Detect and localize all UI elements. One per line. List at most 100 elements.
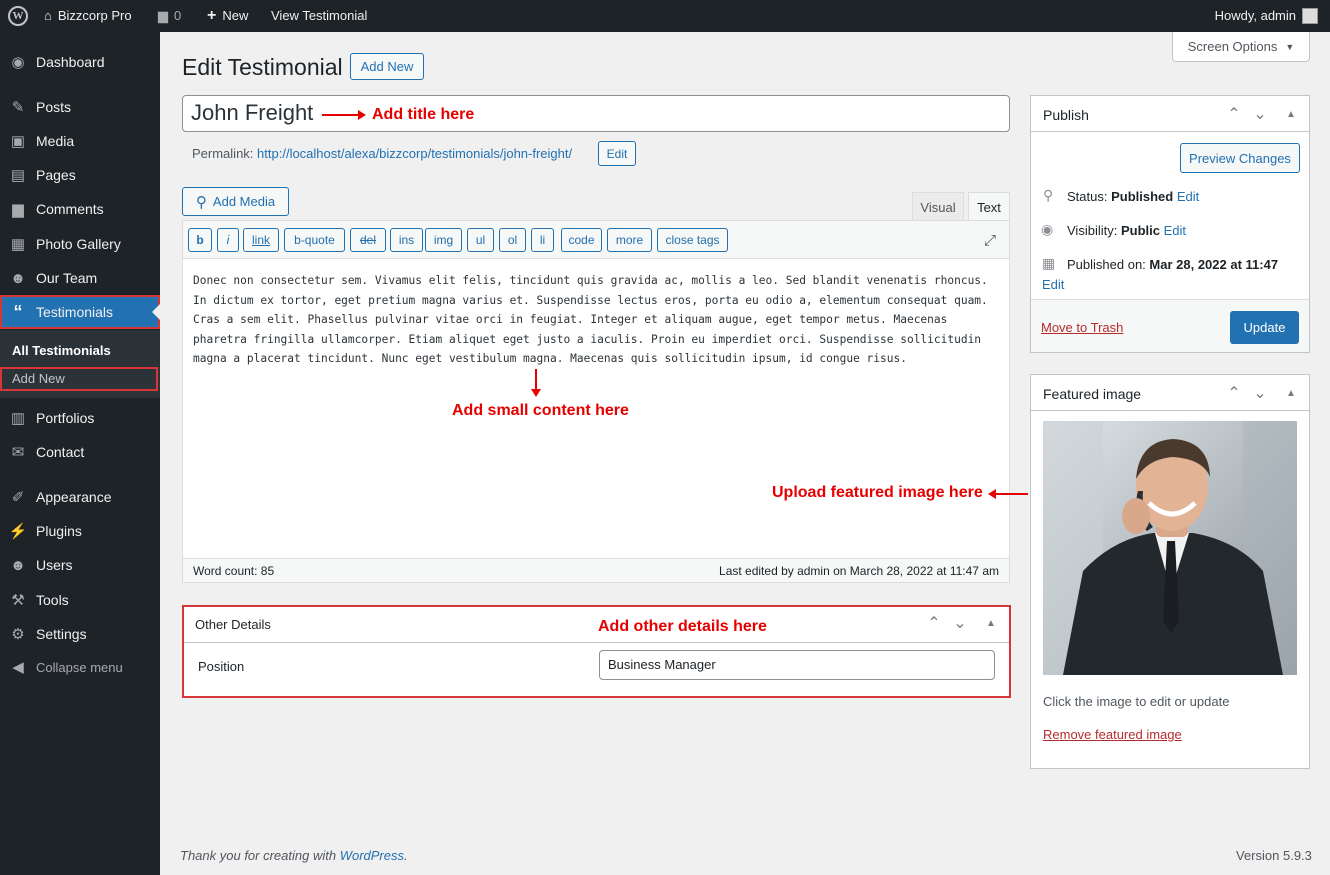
toggle-panel-icon[interactable]: ▲ [981, 613, 1001, 633]
sidebar-item-settings[interactable]: ⚙ Settings [0, 617, 160, 651]
position-label: Position [198, 659, 245, 674]
permalink-base: http://localhost/alexa/bizzcorp/testimon… [257, 146, 504, 161]
sidebar-item-posts[interactable]: ✎ Posts [0, 90, 160, 124]
tab-text[interactable]: Text [968, 192, 1010, 221]
qt-bold-button[interactable]: b [188, 228, 212, 252]
qt-ul-button[interactable]: ul [467, 228, 494, 252]
sidebar-item-contact[interactable]: ✉ Contact [0, 435, 160, 469]
toggle-panel-icon[interactable]: ▲ [1281, 104, 1301, 124]
featured-annotation: Upload featured image here [772, 484, 983, 501]
footer-version: Version 5.9.3 [1236, 848, 1312, 863]
caret-down-icon: ▼ [1285, 41, 1295, 52]
sidebar-item-dashboard[interactable]: ◉ Dashboard [0, 45, 160, 79]
preview-changes-button[interactable]: Preview Changes [1180, 143, 1300, 173]
qt-italic-button[interactable]: i [217, 228, 239, 252]
site-name-link[interactable]: ⌂ Bizzcorp Pro [44, 0, 132, 32]
collapse-menu-button[interactable]: ◀ Collapse menu [0, 650, 160, 684]
qt-ins-button[interactable]: ins [390, 228, 423, 252]
sidebar-label: Settings [36, 626, 87, 642]
qt-link-button[interactable]: link [243, 228, 279, 252]
submenu-all-testimonials[interactable]: All Testimonials [12, 343, 111, 358]
position-input[interactable]: Business Manager [599, 650, 995, 680]
move-up-icon[interactable]: ⌃ [924, 613, 944, 633]
submenu-add-new[interactable]: Add New [0, 367, 158, 391]
sidebar-item-portfolios[interactable]: ▥ Portfolios [0, 401, 160, 435]
new-content-link[interactable]: + New [207, 0, 248, 32]
sidebar-label: Pages [36, 167, 76, 183]
post-title-input[interactable]: John Freight [182, 95, 1010, 132]
qt-bquote-button[interactable]: b-quote [284, 228, 345, 252]
sidebar-item-our-team[interactable]: ☻ Our Team [0, 261, 160, 295]
envelope-icon: ✉ [11, 444, 25, 461]
toggle-panel-icon[interactable]: ▲ [1281, 383, 1301, 403]
sidebar-item-pages[interactable]: ▤ Pages [0, 158, 160, 192]
metabox-header: Featured image ⌃ ⌄ ▲ [1031, 375, 1309, 411]
update-button[interactable]: Update [1230, 311, 1299, 344]
home-icon: ⌂ [44, 8, 52, 23]
footer-thanks: Thank you for creating with WordPress. [180, 848, 408, 863]
wordpress-link[interactable]: WordPress [340, 848, 404, 863]
qt-close-tags-button[interactable]: close tags [657, 228, 728, 252]
content-textarea[interactable]: Donec non consectetur sem. Vivamus elit … [193, 271, 1001, 369]
sidebar-label: Collapse menu [36, 659, 123, 675]
add-media-button[interactable]: ⚲ Add Media [182, 187, 289, 216]
sidebar-item-users[interactable]: ☻ Users [0, 548, 160, 582]
sidebar-label: Appearance [36, 489, 112, 505]
visibility-edit-link[interactable]: Edit [1164, 223, 1186, 238]
sidebar-item-comments[interactable]: ▆ Comments [0, 192, 160, 226]
sidebar-label: Comments [36, 201, 104, 217]
other-details-annotation: Add other details here [598, 618, 767, 635]
featured-image-metabox: Featured image ⌃ ⌄ ▲ Click the image to … [1030, 374, 1310, 769]
sidebar-label: Photo Gallery [36, 236, 121, 252]
wordpress-logo-icon[interactable]: W [8, 0, 28, 32]
permalink-label: Permalink: [192, 146, 254, 161]
screen-options-button[interactable]: Screen Options ▼ [1172, 32, 1310, 62]
qt-ol-button[interactable]: ol [499, 228, 526, 252]
permalink-link[interactable]: http://localhost/alexa/bizzcorp/testimon… [257, 146, 572, 161]
qt-li-button[interactable]: li [531, 228, 554, 252]
qt-img-button[interactable]: img [425, 228, 462, 252]
sidebar-item-tools[interactable]: ⚒ Tools [0, 583, 160, 617]
featured-image-hint: Click the image to edit or update [1043, 694, 1230, 709]
permalink-edit-button[interactable]: Edit [598, 141, 636, 166]
avatar [1302, 8, 1318, 24]
sidebar-item-photo-gallery[interactable]: ▦ Photo Gallery [0, 227, 160, 261]
view-testimonial-link[interactable]: View Testimonial [271, 0, 367, 32]
move-down-icon[interactable]: ⌄ [950, 613, 970, 633]
comments-link[interactable]: ▆ 0 [158, 0, 181, 32]
remove-featured-image-link[interactable]: Remove featured image [1043, 727, 1182, 742]
content-annotation-arrow [531, 369, 541, 397]
qt-del-button[interactable]: del [350, 228, 386, 252]
status-edit-link[interactable]: Edit [1177, 189, 1199, 204]
eye-icon: ◉ [1041, 221, 1054, 237]
settings-sliders-icon: ⚙ [11, 626, 25, 643]
published-edit-link[interactable]: Edit [1042, 277, 1064, 292]
move-to-trash-link[interactable]: Move to Trash [1041, 320, 1123, 335]
sidebar-label: Dashboard [36, 54, 105, 70]
sidebar-item-testimonials[interactable]: “ Testimonials [0, 295, 160, 329]
add-new-button[interactable]: Add New [350, 53, 424, 80]
sidebar-item-appearance[interactable]: ✐ Appearance [0, 480, 160, 514]
qt-more-button[interactable]: more [607, 228, 652, 252]
status-row: Status: Published Edit [1067, 189, 1199, 204]
portfolio-icon: ▥ [10, 410, 26, 427]
sidebar-label: Users [36, 557, 73, 573]
media-icon: ▣ [10, 133, 26, 150]
move-up-icon[interactable]: ⌃ [1224, 383, 1244, 403]
featured-image-thumbnail[interactable] [1043, 421, 1297, 675]
move-up-icon[interactable]: ⌃ [1224, 104, 1244, 124]
plus-icon: + [207, 7, 217, 24]
word-count: Word count: 85 [193, 564, 275, 578]
fullscreen-icon[interactable]: ⤢ [980, 230, 1000, 250]
sidebar-item-media[interactable]: ▣ Media [0, 124, 160, 158]
move-down-icon[interactable]: ⌄ [1250, 383, 1270, 403]
account-menu[interactable]: Howdy, admin [1215, 0, 1318, 32]
sidebar-label: Portfolios [36, 410, 95, 426]
tab-visual[interactable]: Visual [912, 192, 964, 221]
sidebar-item-plugins[interactable]: ⚡ Plugins [0, 514, 160, 548]
move-down-icon[interactable]: ⌄ [1250, 104, 1270, 124]
collapse-arrow-icon: ◀ [12, 659, 24, 676]
qt-code-button[interactable]: code [561, 228, 602, 252]
post-title-value: John Freight [191, 100, 314, 125]
footer-suffix: . [404, 848, 408, 863]
